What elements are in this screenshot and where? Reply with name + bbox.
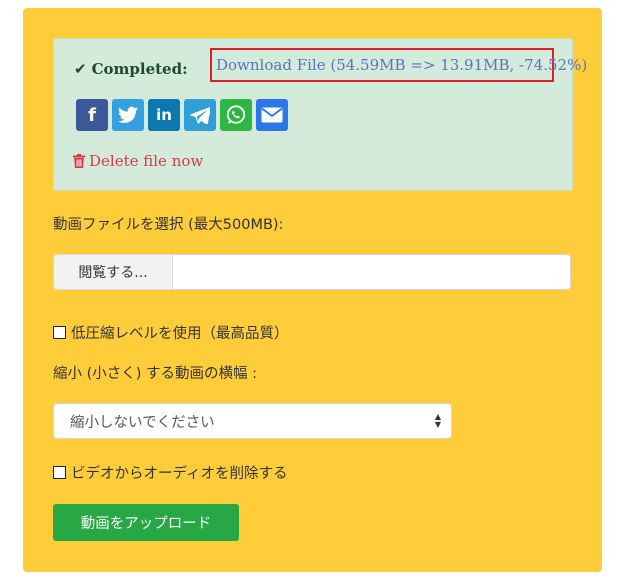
linkedin-icon: in xyxy=(156,106,172,124)
whatsapp-share-button[interactable] xyxy=(220,99,252,131)
low-compression-option[interactable]: 低圧縮レベルを使用（最高品質） xyxy=(53,322,289,343)
file-name-field[interactable] xyxy=(173,255,570,289)
converter-panel: ✔ Completed: Download File (54.59MB => 1… xyxy=(23,8,602,572)
file-select-label: 動画ファイルを選択 (最大500MB): xyxy=(53,217,284,233)
remove-audio-label: ビデオからオーディオを削除する xyxy=(71,466,288,482)
telegram-share-button[interactable] xyxy=(184,99,216,131)
trash-icon xyxy=(73,154,85,168)
telegram-icon xyxy=(190,106,210,124)
facebook-share-button[interactable]: f xyxy=(76,99,108,131)
status-row: ✔ Completed: xyxy=(74,57,188,81)
remove-audio-checkbox[interactable] xyxy=(53,466,66,479)
completed-label: Completed: xyxy=(91,60,188,78)
browse-button[interactable]: 閲覧する... xyxy=(54,255,173,289)
twitter-icon xyxy=(118,106,138,123)
email-icon xyxy=(261,107,283,123)
low-compression-checkbox[interactable] xyxy=(53,326,66,339)
remove-audio-option[interactable]: ビデオからオーディオを削除する xyxy=(53,462,287,483)
check-icon: ✔ xyxy=(74,60,87,78)
facebook-icon: f xyxy=(88,104,96,126)
completion-alert: ✔ Completed: Download File (54.59MB => 1… xyxy=(53,38,587,191)
delete-file-link[interactable]: Delete file now xyxy=(73,152,203,170)
resize-width-label: 縮小 (小さく) する動画の横幅 : xyxy=(53,366,258,382)
file-input[interactable]: 閲覧する... xyxy=(53,254,571,290)
share-buttons: f in xyxy=(76,99,288,131)
select-arrows-icon: ▲ ▼ xyxy=(434,412,441,429)
download-file-link[interactable]: Download File (54.59MB => 13.91MB, -74.5… xyxy=(210,48,587,82)
delete-file-label: Delete file now xyxy=(89,152,204,170)
email-share-button[interactable] xyxy=(256,99,288,131)
resize-width-select[interactable]: 縮小しないでください ▲ ▼ xyxy=(53,403,452,439)
twitter-share-button[interactable] xyxy=(112,99,144,131)
upload-video-button[interactable]: 動画をアップロード xyxy=(53,504,239,541)
linkedin-share-button[interactable]: in xyxy=(148,99,180,131)
low-compression-label: 低圧縮レベルを使用（最高品質） xyxy=(71,326,289,342)
whatsapp-icon xyxy=(226,105,246,124)
resize-width-value: 縮小しないでください xyxy=(70,414,215,431)
